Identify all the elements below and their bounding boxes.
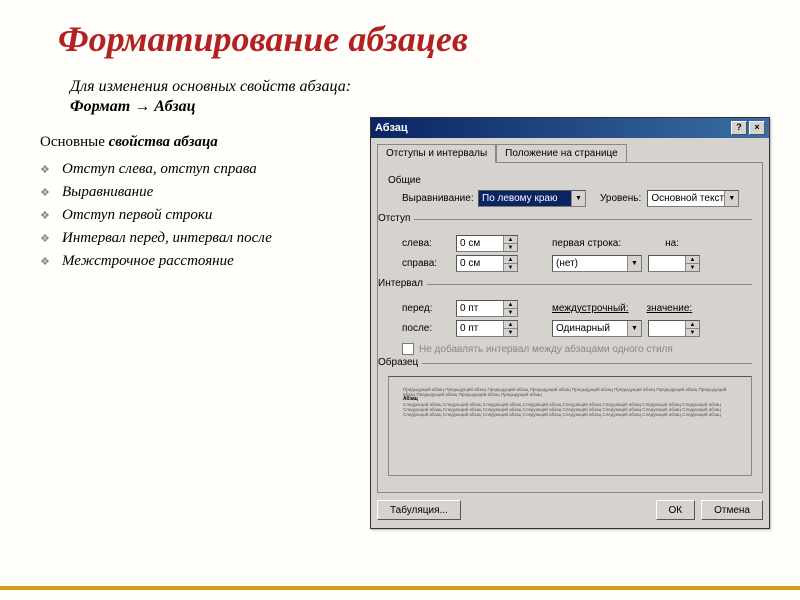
list-item: Выравнивание	[40, 184, 370, 201]
checkbox-label: Не добавлять интервал между абзацами одн…	[419, 344, 673, 355]
group-indent: Отступ	[378, 213, 414, 224]
sample-preview: Предыдущий абзац Предыдущий абзац Предыд…	[388, 376, 752, 476]
chevron-up-icon: ▲	[686, 321, 699, 329]
label-by: на:	[665, 238, 679, 249]
list-item: Отступ слева, отступ справа	[40, 161, 370, 178]
chevron-down-icon: ▼	[724, 191, 738, 206]
group-interval: Интервал	[378, 278, 427, 289]
chevron-up-icon: ▲	[504, 321, 517, 329]
label-left: слева:	[402, 238, 450, 249]
tab-indents[interactable]: Отступы и интервалы	[377, 144, 496, 163]
chevron-up-icon: ▲	[504, 256, 517, 264]
label-right: справа:	[402, 258, 450, 269]
decoration-bar	[0, 586, 800, 590]
label-linespacing: междустрочный:	[552, 303, 629, 314]
close-button[interactable]: ×	[749, 121, 765, 135]
list-item: Интервал перед, интервал после	[40, 230, 370, 247]
group-common: Общие	[388, 175, 752, 186]
label-value: значение:	[647, 303, 693, 314]
chevron-down-icon: ▼	[686, 329, 699, 336]
chevron-down-icon: ▼	[504, 244, 517, 251]
chevron-down-icon: ▼	[627, 321, 641, 336]
chevron-down-icon: ▼	[504, 309, 517, 316]
chevron-down-icon: ▼	[686, 264, 699, 271]
combo-level[interactable]: Основной текст ▼	[647, 190, 739, 207]
ok-button[interactable]: ОК	[656, 500, 696, 520]
spin-right[interactable]: 0 см ▲▼	[456, 255, 518, 272]
section-heading: Основные свойства абзаца	[40, 134, 370, 151]
list-item: Отступ первой строки	[40, 207, 370, 224]
slide-subtitle-1: Для изменения основных свойств абзаца:	[70, 78, 770, 96]
bullet-list: Отступ слева, отступ справа Выравнивание…	[40, 161, 370, 270]
slide-subtitle-2: Формат → Абзац	[70, 98, 770, 116]
combo-align[interactable]: По левому краю ▼	[478, 190, 586, 207]
group-sample: Образец	[378, 357, 422, 368]
label-firstline: первая строка:	[552, 238, 621, 249]
label-before: перед:	[402, 303, 450, 314]
list-item: Межстрочное расстояние	[40, 253, 370, 270]
chevron-up-icon: ▲	[504, 236, 517, 244]
spin-by[interactable]: ▲▼	[648, 255, 700, 272]
help-button[interactable]: ?	[731, 121, 747, 135]
chevron-down-icon: ▼	[571, 191, 585, 206]
spin-after[interactable]: 0 пт ▲▼	[456, 320, 518, 337]
dialog-titlebar[interactable]: Абзац ? ×	[371, 118, 769, 138]
slide-title: Форматирование абзацев	[58, 18, 770, 60]
label-align: Выравнивание:	[402, 193, 472, 204]
spin-value[interactable]: ▲▼	[648, 320, 700, 337]
label-after: после:	[402, 323, 450, 334]
tab-position[interactable]: Положение на странице	[496, 144, 626, 163]
spin-left[interactable]: 0 см ▲▼	[456, 235, 518, 252]
combo-linespacing[interactable]: Одинарный ▼	[552, 320, 642, 337]
tabs-button[interactable]: Табуляция...	[377, 500, 461, 520]
combo-firstline[interactable]: (нет) ▼	[552, 255, 642, 272]
chevron-down-icon: ▼	[627, 256, 641, 271]
chevron-up-icon: ▲	[686, 256, 699, 264]
checkbox-no-space[interactable]	[402, 343, 414, 355]
spin-before[interactable]: 0 пт ▲▼	[456, 300, 518, 317]
dialog-title: Абзац	[375, 122, 408, 134]
chevron-up-icon: ▲	[504, 301, 517, 309]
cancel-button[interactable]: Отмена	[701, 500, 763, 520]
chevron-down-icon: ▼	[504, 329, 517, 336]
paragraph-dialog: Абзац ? × Отступы и интервалы Положение …	[370, 117, 770, 529]
chevron-down-icon: ▼	[504, 264, 517, 271]
label-level: Уровень:	[600, 193, 641, 204]
